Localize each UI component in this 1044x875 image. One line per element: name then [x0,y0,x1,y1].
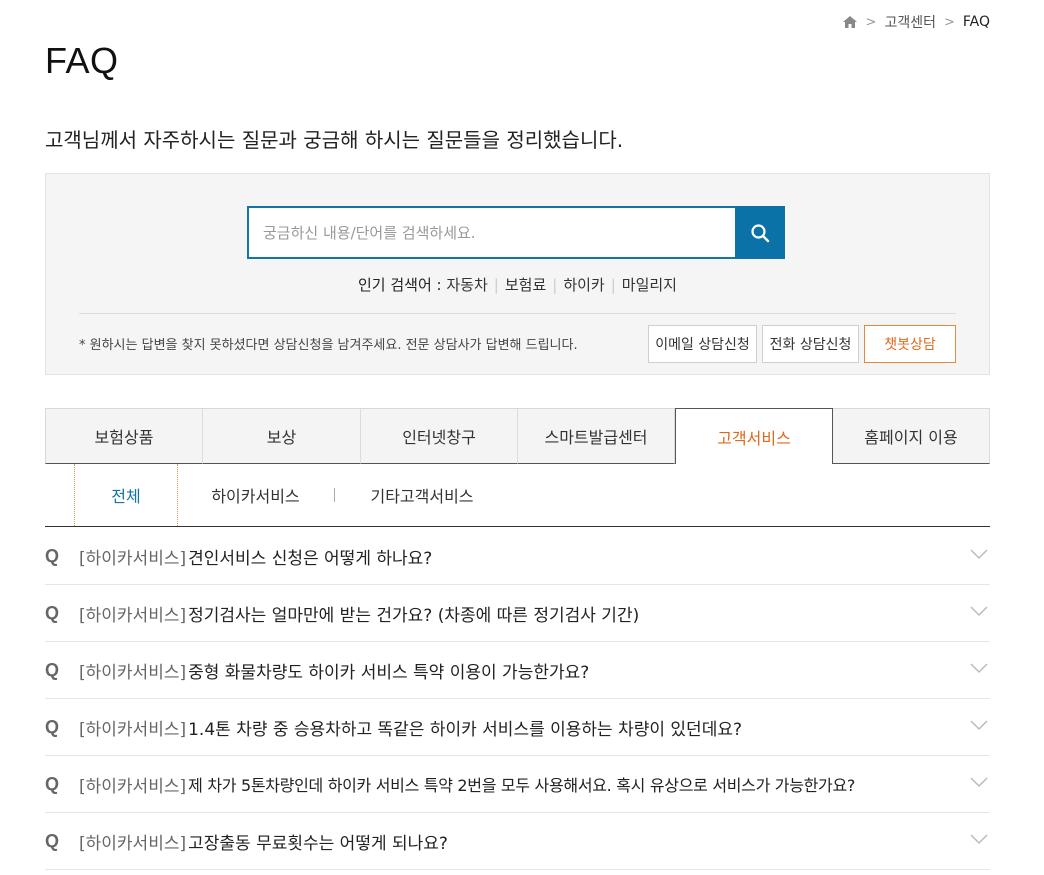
search-panel: 인기 검색어 : 자동차 | 보험료 | 하이카 | 마일리지 * 원하시는 답변을 찾지 … [45,173,990,375]
faq-category: [하이카서비스] [79,776,187,797]
email-consult-button[interactable]: 이메일 상담신청 [648,325,757,363]
faq-category: [하이카서비스] [79,833,187,854]
category-tabs: 보험상품 보상 인터넷창구 스마트발급센터 고객서비스 홈페이지 이용 [45,408,990,464]
home-icon[interactable] [842,15,858,29]
faq-question[interactable]: 중형 화물차량도 하이카 서비스 특약 이용이 가능한가요? [188,658,589,683]
tab-customer-service[interactable]: 고객서비스 [675,408,833,464]
subtab-all[interactable]: 전체 [74,464,178,526]
faq-q-marker: Q [45,602,60,623]
breadcrumb-item-faq: FAQ [962,14,990,30]
chevron-down-icon[interactable] [970,833,988,845]
search-row [247,206,787,259]
tab-insurance-products[interactable]: 보험상품 [45,408,203,464]
sub-tabs: 전체 하이카서비스 기타고객서비스 [45,464,990,527]
popular-keyword-hicar[interactable]: 하이카 [563,276,604,294]
popular-keywords-label: 인기 검색어 : [358,276,442,294]
popular-keyword-premium[interactable]: 보험료 [505,276,546,294]
faq-list: Q [하이카서비스] 견인서비스 신청은 어떻게 하나요? Q [하이카서비스]… [45,528,990,870]
faq-question[interactable]: 1.4톤 차량 중 승용차하고 똑같은 하이카 서비스를 이용하는 차량이 있던… [188,715,742,740]
chevron-down-icon[interactable] [970,776,988,788]
subtab-hicar-service[interactable]: 하이카서비스 [193,464,318,526]
faq-q-marker: Q [45,716,60,737]
faq-item[interactable]: Q [하이카서비스] 고장출동 무료횟수는 어떻게 되나요? [45,813,990,870]
subtab-divider [334,488,335,502]
keyword-divider: | [493,276,499,294]
search-icon [751,223,770,242]
chevron-down-icon[interactable] [970,662,988,674]
breadcrumb: > 고객센터 > FAQ [842,11,990,33]
search-button[interactable] [735,206,785,259]
tab-compensation[interactable]: 보상 [203,408,361,464]
popular-keywords: 인기 검색어 : 자동차 | 보험료 | 하이카 | 마일리지 [46,274,989,295]
faq-item[interactable]: Q [하이카서비스] 1.4톤 차량 중 승용차하고 똑같은 하이카 서비스를 … [45,699,990,756]
chatbot-consult-button[interactable]: 챗봇상담 [864,325,956,363]
faq-category: [하이카서비스] [79,605,187,626]
tab-smart-issue-center[interactable]: 스마트발급센터 [518,408,675,464]
faq-question[interactable]: 견인서비스 신청은 어떻게 하나요? [188,544,432,569]
faq-item[interactable]: Q [하이카서비스] 제 차가 5톤차량인데 하이카 서비스 특약 2번을 모두… [45,756,990,813]
faq-item[interactable]: Q [하이카서비스] 견인서비스 신청은 어떻게 하나요? [45,528,990,585]
subtab-underline [45,526,990,527]
chevron-down-icon[interactable] [970,719,988,731]
search-input[interactable] [247,206,735,259]
breadcrumb-item-customer-center[interactable]: 고객센터 [884,12,936,32]
faq-category: [하이카서비스] [79,548,187,569]
chevron-down-icon[interactable] [970,605,988,617]
faq-question[interactable]: 고장출동 무료횟수는 어떻게 되나요? [188,829,448,854]
faq-q-marker: Q [45,830,60,851]
tab-internet-window[interactable]: 인터넷창구 [361,408,518,464]
subtab-other-service[interactable]: 기타고객서비스 [357,464,487,526]
phone-consult-button[interactable]: 전화 상담신청 [762,325,859,363]
breadcrumb-separator-icon: > [865,14,877,30]
faq-question[interactable]: 정기검사는 얼마만에 받는 건가요? (차종에 따른 정기검사 기간) [188,601,639,626]
search-divider [79,313,956,314]
page-title: FAQ [45,40,119,81]
faq-q-marker: Q [45,659,60,680]
faq-item[interactable]: Q [하이카서비스] 정기검사는 얼마만에 받는 건가요? (차종에 따른 정기… [45,585,990,642]
faq-category: [하이카서비스] [79,719,187,740]
chevron-down-icon[interactable] [970,548,988,560]
popular-keyword-mileage[interactable]: 마일리지 [622,276,677,294]
tab-homepage-use[interactable]: 홈페이지 이용 [833,408,990,464]
consult-note: * 원하시는 답변을 찾지 못하셨다면 상담신청을 남겨주세요. 전문 상담사가… [79,338,578,353]
popular-keyword-car[interactable]: 자동차 [446,276,487,294]
faq-category: [하이카서비스] [79,662,187,683]
faq-q-marker: Q [45,773,60,794]
breadcrumb-separator-icon: > [943,14,955,30]
faq-q-marker: Q [45,545,60,566]
keyword-divider: | [552,276,558,294]
page-intro: 고객님께서 자주하시는 질문과 궁금해 하시는 질문들을 정리했습니다. [45,128,624,152]
faq-item[interactable]: Q [하이카서비스] 중형 화물차량도 하이카 서비스 특약 이용이 가능한가요… [45,642,990,699]
faq-question[interactable]: 제 차가 5톤차량인데 하이카 서비스 특약 2번을 모두 사용해서요. 혹시 … [188,772,855,796]
keyword-divider: | [610,276,616,294]
